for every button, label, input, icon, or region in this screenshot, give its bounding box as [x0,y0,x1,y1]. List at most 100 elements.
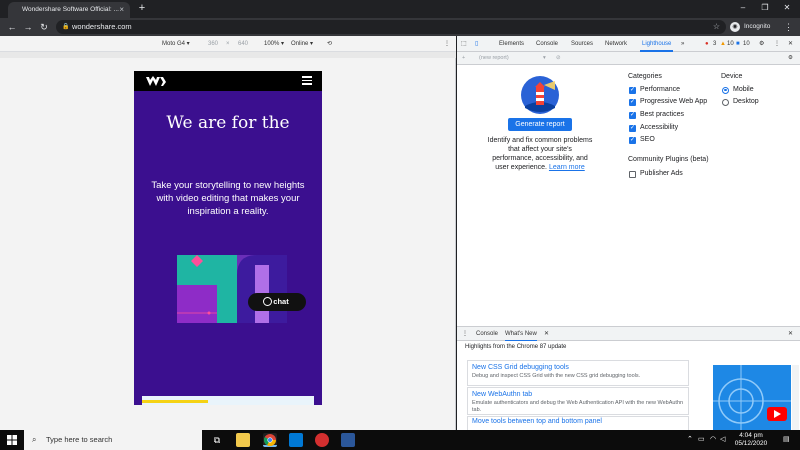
outlook-icon[interactable] [289,433,303,447]
chat-label: chat [273,297,289,306]
browser-tab[interactable]: Wondershare Software Official: ... × [8,2,130,18]
close-devtools-icon[interactable]: ✕ [788,36,793,52]
tab-console[interactable]: Console [536,36,558,52]
news-title[interactable]: Move tools between top and bottom panel [472,418,684,425]
url-input[interactable]: 🔒 wondershare.com ☆ [56,20,726,34]
report-select[interactable]: (new report) [479,52,509,65]
clear-icon[interactable]: ⊘ [556,52,561,65]
checkbox-unchecked-icon[interactable] [629,170,636,178]
news-item[interactable]: New WebAuthn tab Emulate authenticators … [467,387,689,415]
plugins-heading: Community Plugins (beta) [628,156,709,163]
category-performance[interactable]: ✓ Performance [629,85,680,95]
tab-lighthouse[interactable]: Lighthouse [640,36,674,52]
inspect-icon[interactable]: ⬚ [461,36,467,52]
media-query-ruler [0,52,456,58]
news-title[interactable]: New CSS Grid debugging tools [472,364,684,371]
category-pwa[interactable]: ✓ Progressive Web App [629,97,707,107]
warning-count-icon[interactable]: ▲ [720,36,726,52]
tray-chevron-icon[interactable]: ⌃ [687,435,693,443]
yellow-accent-bar [142,400,208,403]
network-select[interactable]: Online ▾ [291,36,313,52]
close-window-icon[interactable]: ✕ [776,2,798,14]
device-desktop[interactable]: Desktop [722,97,759,107]
chrome-icon[interactable] [263,433,277,447]
add-report-icon[interactable]: + [462,52,465,65]
device-width-input[interactable]: 360 [208,36,218,52]
checkbox-checked-icon[interactable]: ✓ [629,86,636,94]
word-icon[interactable] [341,433,355,447]
news-title[interactable]: New WebAuthn tab [472,391,684,398]
hamburger-menu-icon[interactable] [302,76,312,85]
battery-icon[interactable]: ▭ [698,435,705,443]
device-mode-icon[interactable]: ▯ [475,36,478,52]
checkbox-checked-icon[interactable]: ✓ [629,111,636,119]
drawer-tab-whats-new[interactable]: What's New [505,327,537,341]
notification-icon[interactable]: ▤ [783,435,790,443]
device-height-input[interactable]: 640 [238,36,248,52]
restore-icon[interactable]: ❐ [754,2,776,14]
category-best-practices[interactable]: ✓ Best practices [629,110,684,120]
news-item[interactable]: Move tools between top and bottom panel [467,416,689,431]
generate-report-button[interactable]: Generate report [508,118,572,131]
zoom-select[interactable]: 100% ▾ [264,36,284,52]
browser-menu-icon[interactable]: ⋮ [784,21,793,33]
checkbox-checked-icon[interactable]: ✓ [629,98,636,106]
minimize-icon[interactable]: – [732,2,754,14]
taskbar-search-input[interactable]: ⌕ Type here to search [24,430,202,450]
checkbox-checked-icon[interactable]: ✓ [629,124,636,132]
plugin-publisher-ads[interactable]: Publisher Ads [629,169,683,179]
back-icon[interactable]: ← [6,21,18,33]
clock-date: 05/12/2020 [734,440,768,447]
search-placeholder: Type here to search [46,435,113,444]
forward-icon[interactable]: → [22,21,34,33]
file-explorer-icon[interactable] [236,433,250,447]
category-accessibility[interactable]: ✓ Accessibility [629,123,678,133]
incognito-indicator[interactable]: ◉ Incognito [730,21,770,33]
task-view-icon[interactable]: ⧉ [210,433,224,447]
wondershare-logo-icon[interactable] [146,76,166,87]
drawer-tab-console[interactable]: Console [476,327,498,341]
device-select[interactable]: Moto G4 ▾ [162,36,190,52]
tab-close-icon[interactable]: × [119,2,124,18]
drawer-scrollbar[interactable] [792,365,799,431]
checkbox-checked-icon[interactable]: ✓ [629,136,636,144]
close-whats-new-icon[interactable]: ✕ [544,327,549,341]
learn-more-link[interactable]: Learn more [549,164,585,171]
message-count-icon[interactable]: ■ [736,36,740,52]
volume-icon[interactable]: ◁ [720,435,725,443]
url-text: wondershare.com [72,22,132,31]
device-mobile[interactable]: Mobile [722,85,754,95]
category-seo[interactable]: ✓ SEO [629,135,655,145]
windows-start-icon[interactable] [7,435,17,445]
bookmark-star-icon[interactable]: ☆ [713,20,720,34]
settings-gear-icon[interactable]: ⚙ [759,36,764,52]
wifi-icon[interactable]: ◠ [710,435,716,443]
tab-elements[interactable]: Elements [499,36,524,52]
more-tabs-icon[interactable]: » [681,36,684,52]
message-count: 10 [743,41,750,47]
devtools-tabbar: ⬚ ▯ Elements Console Sources Network Lig… [457,36,800,52]
devtools-menu-icon[interactable]: ⋮ [774,36,780,52]
chat-button[interactable]: chat [248,293,306,311]
radio-unselected-icon[interactable] [722,98,729,106]
hero-headline: We are for the [166,113,290,133]
lighthouse-settings-icon[interactable]: ⚙ [788,52,793,65]
video-thumbnail[interactable] [713,365,791,433]
tab-sources[interactable]: Sources [571,36,593,52]
device-toolbar-menu-icon[interactable]: ⋮ [444,36,450,52]
taskbar-clock[interactable]: 4:04 pm 05/12/2020 [728,432,774,448]
drawer-menu-icon[interactable]: ⋮ [462,327,468,341]
page-viewport: Moto G4 ▾ 360 × 640 100% ▾ Online ▾ ⟲ ⋮ … [0,36,456,430]
times-sign: × [226,41,230,47]
close-drawer-icon[interactable]: ✕ [788,327,793,341]
lighthouse-description: Identify and fix common problems that af… [487,136,593,172]
radio-selected-icon[interactable] [722,86,729,94]
error-count-icon[interactable]: ● [705,36,709,52]
rotate-icon[interactable]: ⟲ [327,36,332,52]
news-item[interactable]: New CSS Grid debugging tools Debug and i… [467,360,689,386]
reload-icon[interactable]: ↻ [38,21,50,33]
new-tab-icon[interactable]: + [136,2,148,16]
tab-network[interactable]: Network [605,36,627,52]
report-select-chevron-icon[interactable]: ▾ [543,52,546,65]
mail-app-icon[interactable] [315,433,329,447]
